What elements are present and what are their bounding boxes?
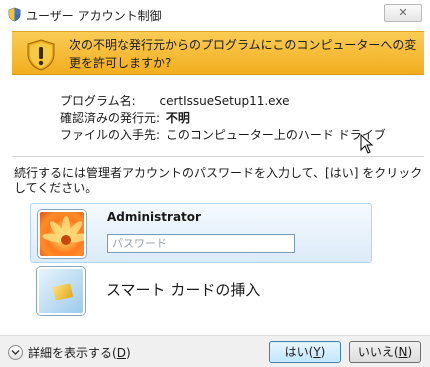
program-details: プログラム名: certIssueSetup11.exe 確認済みの発行元: 不… [60,93,386,144]
show-details-label: 詳細を表示する(D) [28,345,131,360]
smart-card-tile[interactable]: スマート カードの挿入 [30,267,372,319]
uac-shield-icon [8,7,21,22]
detail-row-origin: ファイルの入手先: このコンピューター上のハード ドライブ [60,127,386,144]
separator [12,156,424,157]
flower-icon [42,216,84,245]
instruction-text: 続行するには管理者アカウントのパスワードを入力して、[はい] をクリックしてくだ… [14,166,423,195]
no-button[interactable]: いいえ(N) [349,341,421,363]
program-name-label: プログラム名: [60,94,136,108]
chevron-down-icon [8,344,23,360]
file-origin-label: ファイルの入手先: [60,128,161,142]
warning-banner: 次の不明な発行元からのプログラムにこのコンピューターへの変更を許可しますか? [12,31,424,75]
password-field[interactable] [107,234,295,253]
warning-shield-icon [27,39,55,71]
user-avatar [38,210,86,258]
program-name-value: certIssueSetup11.exe [159,94,290,108]
detail-row-publisher: 確認済みの発行元: 不明 [60,110,386,127]
dialog-footer: 詳細を表示する(D) はい(Y) いいえ(N) [0,335,430,367]
publisher-value: 不明 [165,111,190,125]
file-origin-value: このコンピューター上のハード ドライブ [165,128,386,142]
yes-button[interactable]: はい(Y) [269,341,341,363]
detail-row-program: プログラム名: certIssueSetup11.exe [60,93,386,110]
administrator-credential-tile[interactable]: Administrator [30,203,372,263]
uac-dialog: ユーザー アカウント制御 ✕ 次の不明な発行元からのプログラムにこのコンピュータ… [0,0,430,367]
close-button[interactable]: ✕ [384,4,422,22]
warning-message: 次の不明な発行元からのプログラムにこのコンピューターへの変更を許可しますか? [69,38,417,70]
account-name: Administrator [107,210,201,224]
smart-card-label: スマート カードの挿入 [106,281,261,299]
show-details-toggle[interactable]: 詳細を表示する(D) [8,343,131,361]
card-chip-icon [52,283,74,301]
window-title: ユーザー アカウント制御 [26,9,162,23]
title-bar: ユーザー アカウント制御 ✕ [0,0,430,28]
publisher-label: 確認済みの発行元: [60,111,161,125]
mouse-pointer-icon [360,134,374,154]
smart-card-icon [37,267,85,315]
